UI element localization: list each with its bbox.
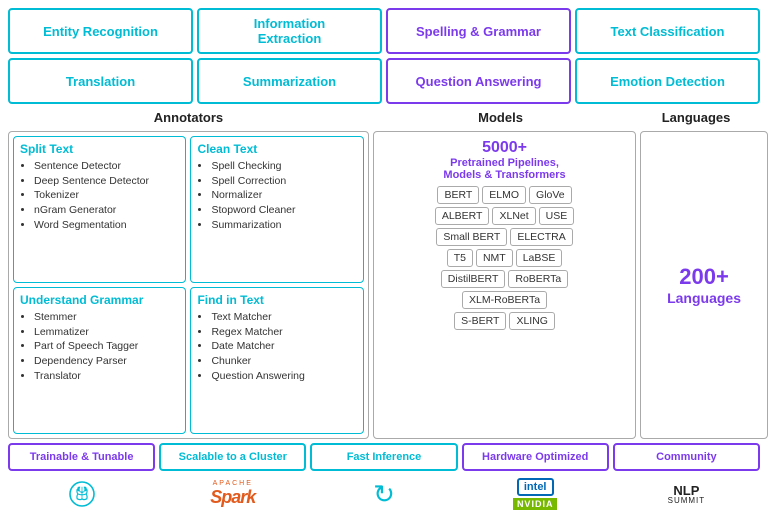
model-tag: S-BERT bbox=[454, 312, 506, 330]
models-subtitle: Pretrained Pipelines,Models & Transforme… bbox=[443, 157, 565, 181]
model-row: BERT ELMO GloVe bbox=[380, 186, 629, 204]
intel-logo: intel bbox=[517, 478, 554, 496]
list-item: Part of Speech Tagger bbox=[34, 339, 179, 354]
model-row: XLM-RoBERTa bbox=[380, 291, 629, 309]
badge-community[interactable]: Community bbox=[613, 443, 760, 471]
badge-scalable[interactable]: Scalable to a Cluster bbox=[159, 443, 306, 471]
model-tag: ELECTRA bbox=[510, 228, 572, 246]
model-tag: Small BERT bbox=[436, 228, 507, 246]
clean-text-list: Spell Checking Spell Correction Normaliz… bbox=[197, 159, 356, 232]
annotator-clean-text: Clean Text Spell Checking Spell Correcti… bbox=[190, 136, 363, 283]
understand-grammar-list: Stemmer Lemmatizer Part of Speech Tagger… bbox=[20, 310, 179, 383]
model-row: Small BERT ELECTRA bbox=[380, 228, 629, 246]
cap-emotion-detection[interactable]: Emotion Detection bbox=[575, 58, 760, 104]
logo-nlp-summit: NLP SUMMIT bbox=[613, 475, 760, 513]
models-header: Models bbox=[369, 110, 632, 125]
logo-spark: APACHE Spark bbox=[159, 475, 306, 513]
cap-text-classification[interactable]: Text Classification bbox=[575, 8, 760, 54]
badge-fast-inference[interactable]: Fast Inference bbox=[310, 443, 457, 471]
cap-entity-recognition[interactable]: Entity Recognition bbox=[8, 8, 193, 54]
list-item: Question Answering bbox=[211, 369, 356, 384]
logo-refresh: ↻ bbox=[310, 475, 457, 513]
model-tag: ALBERT bbox=[435, 207, 490, 225]
languages-col: 200+ Languages bbox=[640, 131, 768, 439]
list-item: Stopword Cleaner bbox=[211, 203, 356, 218]
badge-hardware[interactable]: Hardware Optimized bbox=[462, 443, 609, 471]
models-col: 5000+ Pretrained Pipelines,Models & Tran… bbox=[373, 131, 636, 439]
cap-question-answering[interactable]: Question Answering bbox=[386, 58, 571, 104]
model-tags-grid: BERT ELMO GloVe ALBERT XLNet USE Small B… bbox=[380, 186, 629, 330]
model-tag: XLNet bbox=[492, 207, 535, 225]
cap-translation[interactable]: Translation bbox=[8, 58, 193, 104]
list-item: Word Segmentation bbox=[34, 218, 179, 233]
model-tag: NMT bbox=[476, 249, 513, 267]
languages-header: Languages bbox=[632, 110, 760, 125]
logo-intel-nvidia: intel NVIDIA bbox=[462, 475, 609, 513]
cap-information-extraction[interactable]: InformationExtraction bbox=[197, 8, 382, 54]
bottom-logos: APACHE Spark ↻ intel NVIDIA NLP SUMMIT bbox=[8, 475, 760, 513]
find-in-text-title: Find in Text bbox=[197, 293, 356, 307]
list-item: Text Matcher bbox=[211, 310, 356, 325]
section-headers: Annotators Models Languages bbox=[8, 108, 760, 127]
list-item: Normalizer bbox=[211, 188, 356, 203]
nlp-summit-logo: NLP SUMMIT bbox=[668, 484, 706, 505]
model-tag: LaBSE bbox=[516, 249, 563, 267]
brain-icon bbox=[66, 478, 98, 510]
model-row: ALBERT XLNet USE bbox=[380, 207, 629, 225]
list-item: Tokenizer bbox=[34, 188, 179, 203]
list-item: Translator bbox=[34, 369, 179, 384]
model-row: S-BERT XLING bbox=[380, 312, 629, 330]
model-tag: BERT bbox=[437, 186, 479, 204]
model-tag: DistilBERT bbox=[441, 270, 506, 288]
split-text-list: Sentence Detector Deep Sentence Detector… bbox=[20, 159, 179, 232]
model-row: T5 NMT LaBSE bbox=[380, 249, 629, 267]
nvidia-logo: NVIDIA bbox=[513, 498, 558, 510]
annotators-col: Split Text Sentence Detector Deep Senten… bbox=[8, 131, 369, 439]
spark-logo-text: APACHE Spark bbox=[210, 480, 255, 508]
list-item: Stemmer bbox=[34, 310, 179, 325]
find-in-text-list: Text Matcher Regex Matcher Date Matcher … bbox=[197, 310, 356, 383]
list-item: Dependency Parser bbox=[34, 354, 179, 369]
refresh-icon: ↻ bbox=[373, 479, 395, 510]
list-item: Lemmatizer bbox=[34, 325, 179, 340]
list-item: nGram Generator bbox=[34, 203, 179, 218]
list-item: Deep Sentence Detector bbox=[34, 174, 179, 189]
list-item: Spell Correction bbox=[211, 174, 356, 189]
model-tag: USE bbox=[539, 207, 575, 225]
bottom-badges: Trainable & Tunable Scalable to a Cluste… bbox=[8, 443, 760, 471]
cap-spelling-grammar[interactable]: Spelling & Grammar bbox=[386, 8, 571, 54]
logo-brain bbox=[8, 475, 155, 513]
languages-count: 200+ bbox=[679, 264, 729, 290]
capabilities-grid: Entity Recognition InformationExtraction… bbox=[8, 8, 760, 104]
split-text-title: Split Text bbox=[20, 142, 179, 156]
model-tag: XLING bbox=[509, 312, 555, 330]
understand-grammar-title: Understand Grammar bbox=[20, 293, 179, 307]
model-tag: T5 bbox=[447, 249, 473, 267]
list-item: Summarization bbox=[211, 218, 356, 233]
models-count: 5000+ bbox=[482, 138, 527, 157]
main-wrapper: Entity Recognition InformationExtraction… bbox=[0, 0, 768, 521]
annotator-split-text: Split Text Sentence Detector Deep Senten… bbox=[13, 136, 186, 283]
model-tag: RoBERTa bbox=[508, 270, 568, 288]
badge-trainable[interactable]: Trainable & Tunable bbox=[8, 443, 155, 471]
annotator-find-in-text: Find in Text Text Matcher Regex Matcher … bbox=[190, 287, 363, 434]
annotator-understand-grammar: Understand Grammar Stemmer Lemmatizer Pa… bbox=[13, 287, 186, 434]
list-item: Regex Matcher bbox=[211, 325, 356, 340]
model-tag: ELMO bbox=[482, 186, 526, 204]
list-item: Date Matcher bbox=[211, 339, 356, 354]
middle-area: Split Text Sentence Detector Deep Senten… bbox=[8, 131, 760, 439]
cap-summarization[interactable]: Summarization bbox=[197, 58, 382, 104]
annotators-header: Annotators bbox=[8, 110, 369, 125]
clean-text-title: Clean Text bbox=[197, 142, 356, 156]
list-item: Spell Checking bbox=[211, 159, 356, 174]
model-tag: GloVe bbox=[529, 186, 572, 204]
list-item: Chunker bbox=[211, 354, 356, 369]
list-item: Sentence Detector bbox=[34, 159, 179, 174]
model-tag: XLM-RoBERTa bbox=[462, 291, 547, 309]
model-row: DistilBERT RoBERTa bbox=[380, 270, 629, 288]
languages-label: Languages bbox=[667, 290, 741, 306]
